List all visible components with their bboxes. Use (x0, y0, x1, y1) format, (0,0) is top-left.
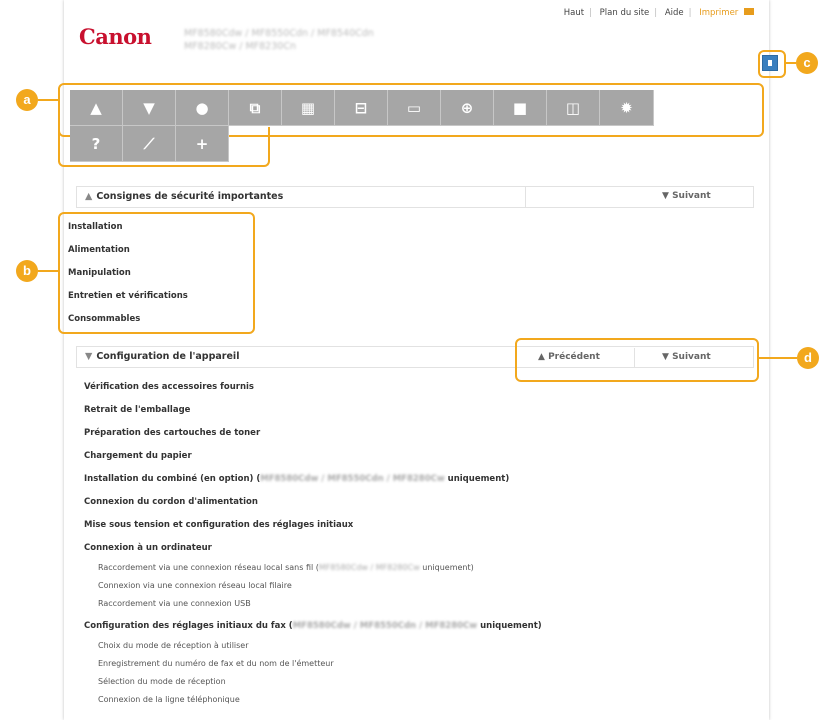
help-icon[interactable]: ? (70, 126, 123, 162)
link-fax-mode[interactable]: Choix du mode de réception à utiliser (98, 641, 249, 650)
screen-icon[interactable]: ◫ (547, 90, 600, 126)
link-papier[interactable]: Chargement du papier (84, 451, 192, 461)
model-line-2: MF8280Cw / MF8230Cn (184, 41, 296, 52)
nav-divider (634, 348, 635, 368)
callout-c-line (784, 62, 796, 64)
callout-b-line (38, 270, 58, 272)
scan-icon[interactable]: ▭ (388, 90, 441, 126)
callout-a: a (16, 89, 38, 111)
nav-haut[interactable]: Haut (564, 8, 584, 18)
lock-icon[interactable]: ■ (494, 90, 547, 126)
link-combine[interactable]: Installation du combiné (en option) (MF8… (84, 474, 509, 484)
link-toner[interactable]: Préparation des cartouches de toner (84, 428, 260, 438)
safety-next-button[interactable]: ▼ Suivant (662, 191, 711, 201)
link-filaire[interactable]: Connexion via une connexion réseau local… (98, 581, 292, 590)
tshirt-small-icon: ▼ (85, 351, 93, 362)
callout-c: c (796, 52, 818, 74)
link-wifi[interactable]: Raccordement via une connexion réseau lo… (98, 563, 474, 572)
network-icon[interactable]: ⊕ (441, 90, 494, 126)
copy-icon[interactable]: ⧉ (229, 90, 282, 126)
link-emballage[interactable]: Retrait de l'emballage (84, 405, 190, 415)
link-manipulation[interactable]: Manipulation (68, 268, 131, 278)
gear-icon[interactable]: ✹ (600, 90, 654, 126)
link-alimentation[interactable]: Alimentation (68, 245, 130, 255)
callout-d-line (757, 357, 797, 359)
plus-icon[interactable]: + (176, 126, 229, 162)
link-fax-ligne[interactable]: Connexion de la ligne téléphonique (98, 695, 240, 704)
link-mise-sous-tension[interactable]: Mise sous tension et configuration des r… (84, 520, 353, 530)
wrench-icon[interactable]: ⟋ (123, 126, 176, 162)
callout-a-line (38, 99, 58, 101)
fax-icon[interactable]: ▦ (282, 90, 335, 126)
model-line-1: MF8580Cdw / MF8550Cdn / MF8540Cdn (184, 28, 374, 39)
link-installation[interactable]: Installation (68, 222, 123, 232)
link-ordinateur[interactable]: Connexion à un ordinateur (84, 543, 212, 553)
nav-imprimer[interactable]: Imprimer (699, 8, 738, 18)
link-consommables[interactable]: Consommables (68, 314, 140, 324)
link-accessoires[interactable]: Vérification des accessoires fournis (84, 382, 254, 392)
link-fax-config[interactable]: Configuration des réglages initiaux du f… (84, 621, 542, 631)
section-safety-header: ▲ Consignes de sécurité importantes ▼ Sui… (76, 186, 754, 208)
setup-next-button[interactable]: ▼ Suivant (662, 352, 711, 362)
hand-icon[interactable]: ● (176, 90, 229, 126)
link-fax-reception[interactable]: Sélection du mode de réception (98, 677, 226, 686)
link-cordon[interactable]: Connexion du cordon d'alimentation (84, 497, 258, 507)
link-entretien[interactable]: Entretien et vérifications (68, 291, 188, 301)
nav-plan-du-site[interactable]: Plan du site (600, 8, 650, 18)
warning-small-icon: ▲ (85, 191, 93, 202)
tshirt-icon[interactable]: ▼ (123, 90, 176, 126)
printer-icon[interactable] (744, 8, 754, 15)
canon-logo: Canon (79, 24, 152, 49)
model-names: MF8580Cdw / MF8550Cdn / MF8540Cdn MF8280… (184, 27, 374, 53)
callout-d: d (797, 347, 819, 369)
setup-prev-button[interactable]: ▲ Précédent (538, 352, 600, 362)
nav-aide[interactable]: Aide (665, 8, 684, 18)
warning-icon[interactable]: ▲ (70, 90, 123, 126)
toc-button[interactable] (762, 55, 778, 71)
callout-b: b (16, 260, 38, 282)
print-icon[interactable]: ⊟ (335, 90, 388, 126)
top-nav: Haut | Plan du site | Aide | Imprimer (564, 8, 754, 18)
link-fax-numero[interactable]: Enregistrement du numéro de fax et du no… (98, 659, 334, 668)
section-safety-title: ▲ Consignes de sécurité importantes (85, 191, 284, 202)
section-setup-title: ▼ Configuration de l'appareil (85, 351, 240, 362)
link-usb[interactable]: Raccordement via une connexion USB (98, 599, 251, 608)
